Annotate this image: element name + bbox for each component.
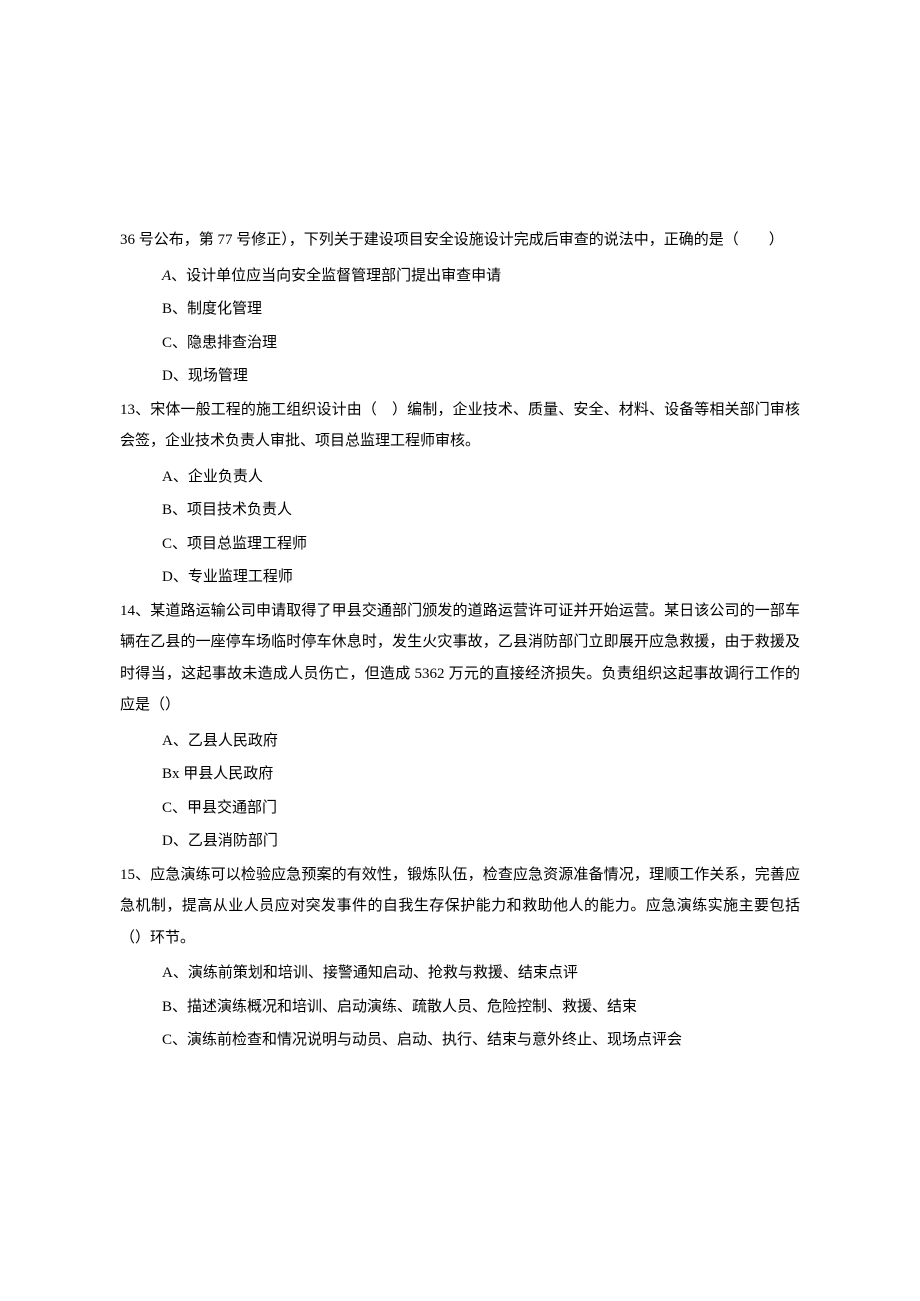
- q12-option-b: B、制度化管理: [120, 294, 800, 326]
- q12-option-a: A、设计单位应当向安全监督管理部门提出审查申请: [120, 261, 800, 293]
- q15-option-a: A、演练前策划和培训、接警通知启动、抢救与救援、结束点评: [120, 958, 800, 990]
- q15-stem: 15、应急演练可以检验应急预案的有效性，锻炼队伍，检查应急资源准备情况，理顺工作…: [120, 860, 800, 955]
- option-letter-a: A: [162, 268, 171, 284]
- q13-stem: 13、宋体一般工程的施工组织设计由（ ）编制，企业技术、质量、安全、材料、设备等…: [120, 395, 800, 458]
- q15-option-c: C、演练前检查和情况说明与动员、启动、执行、结束与意外终止、现场点评会: [120, 1025, 800, 1057]
- option-a-text: 、设计单位应当向安全监督管理部门提出审查申请: [171, 268, 501, 284]
- q13-option-b: B、项目技术负责人: [120, 495, 800, 527]
- q14-option-a: A、乙县人民政府: [120, 726, 800, 758]
- q13-option-c: C、项目总监理工程师: [120, 529, 800, 561]
- q13-option-a: A、企业负责人: [120, 462, 800, 494]
- q14-stem: 14、某道路运输公司申请取得了甲县交通部门颁发的道路运营许可证并开始运营。某日该…: [120, 596, 800, 722]
- q14-option-d: D、乙县消防部门: [120, 826, 800, 858]
- q12-option-d: D、现场管理: [120, 361, 800, 393]
- q12-option-c: C、隐患排查治理: [120, 328, 800, 360]
- document-page: 36 号公布，第 77 号修正），下列关于建设项目安全设施设计完成后审查的说法中…: [0, 0, 920, 1301]
- q14-option-c: C、甲县交通部门: [120, 793, 800, 825]
- q13-option-d: D、专业监理工程师: [120, 562, 800, 594]
- q14-option-b: Bx 甲县人民政府: [120, 759, 800, 791]
- q12-trailing-stem: 36 号公布，第 77 号修正），下列关于建设项目安全设施设计完成后审查的说法中…: [120, 225, 800, 257]
- q15-option-b: B、描述演练概况和培训、启动演练、疏散人员、危险控制、救援、结束: [120, 992, 800, 1024]
